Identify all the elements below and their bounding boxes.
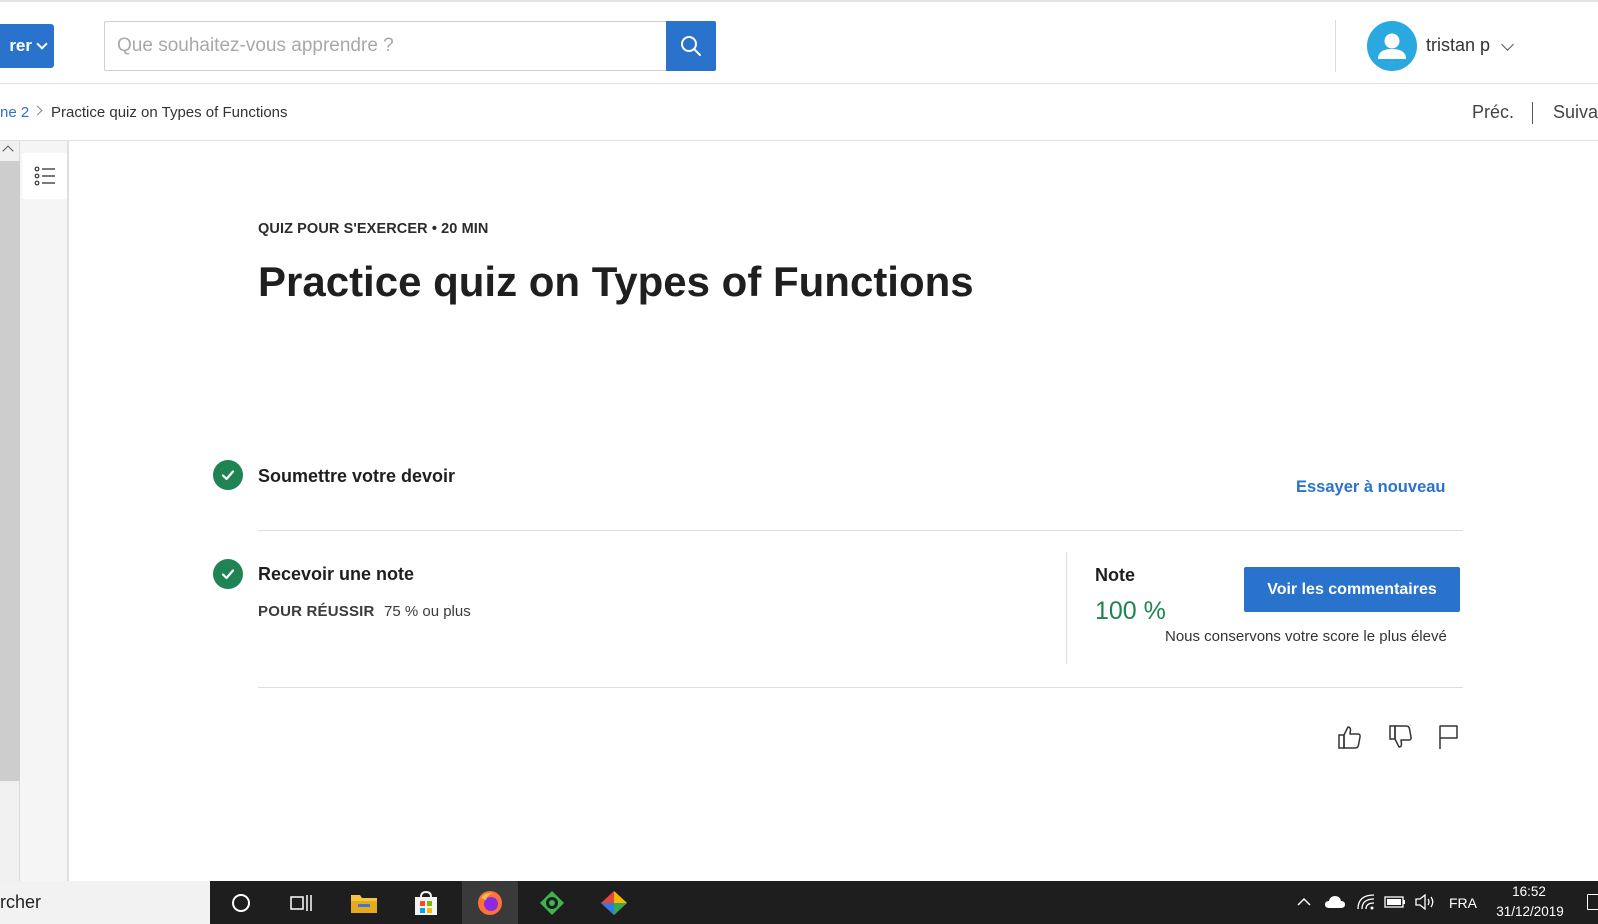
chevron-up-icon[interactable] — [1296, 892, 1312, 912]
header-divider — [1335, 20, 1336, 72]
username[interactable]: tristan p — [1426, 35, 1490, 56]
course-outline-button[interactable] — [22, 153, 67, 199]
chevron-down-icon[interactable] — [1501, 38, 1514, 51]
search-icon — [681, 36, 701, 56]
scrollbar-thumb[interactable] — [0, 161, 20, 781]
user-avatar-icon[interactable] — [1367, 21, 1417, 71]
explore-button[interactable]: rer — [0, 24, 54, 68]
onedrive-icon[interactable] — [1324, 892, 1346, 912]
input-language-indicator[interactable]: FRA — [1449, 895, 1477, 911]
submit-step-title: Soumettre votre devoir — [258, 466, 456, 486]
grade-value: 100 % — [1095, 597, 1166, 625]
taskbar-search-box[interactable]: rcher — [0, 881, 210, 924]
retry-link[interactable]: Essayer à nouveau — [1296, 478, 1446, 497]
wifi-icon[interactable] — [1356, 892, 1376, 912]
divider — [258, 687, 1463, 688]
thumbs-down-icon[interactable] — [1386, 722, 1416, 752]
flag-icon[interactable] — [1433, 722, 1463, 752]
task-view-icon[interactable] — [273, 881, 329, 924]
clock-time[interactable]: 16:52 — [1512, 884, 1546, 899]
grade-label: Note — [1095, 565, 1135, 585]
pass-value: 75 % ou plus — [384, 603, 471, 620]
divider — [258, 530, 1463, 531]
taskbar: rcher FRA 16:52 31/12/2019 — [0, 881, 1598, 924]
clock-date[interactable]: 31/12/2019 — [1491, 904, 1569, 919]
highest-score-note: Nous conservons votre score le plus élev… — [1165, 628, 1447, 645]
top-header: rer tristan p — [0, 0, 1598, 84]
search-input[interactable] — [104, 21, 666, 71]
grade-divider — [1066, 552, 1067, 664]
microsoft-store-icon[interactable] — [398, 881, 454, 924]
quiz-meta: QUIZ POUR S'EXERCER • 20 MIN — [258, 221, 489, 237]
search-button[interactable] — [666, 21, 716, 71]
chevron-right-icon — [32, 105, 43, 116]
page: rer tristan p ne 2 Practice quiz on Type… — [0, 0, 1598, 924]
course-outline-panel — [20, 141, 69, 881]
scroll-up-arrow-icon[interactable] — [2, 145, 14, 157]
app-icon-green[interactable] — [524, 881, 580, 924]
list-icon — [34, 166, 55, 186]
firefox-icon[interactable] — [462, 881, 518, 924]
explore-label: rer — [9, 36, 32, 55]
thumbs-up-icon[interactable] — [1335, 722, 1365, 752]
cortana-icon[interactable] — [213, 881, 269, 924]
breadcrumb-link[interactable]: ne 2 — [0, 104, 29, 121]
volume-icon[interactable] — [1413, 892, 1437, 912]
battery-icon[interactable] — [1383, 892, 1407, 912]
chevron-down-icon — [36, 38, 48, 50]
check-circle-icon — [213, 460, 243, 490]
app-icon-multicolor[interactable] — [586, 881, 642, 924]
view-feedback-button[interactable]: Voir les commentaires — [1244, 567, 1460, 612]
next-item-link[interactable]: Suivar — [1553, 102, 1598, 123]
breadcrumb-current: Practice quiz on Types of Functions — [51, 104, 288, 121]
pass-label: POUR RÉUSSIR — [258, 603, 375, 620]
page-title: Practice quiz on Types of Functions — [258, 258, 974, 305]
notification-icon[interactable] — [1587, 894, 1598, 910]
check-circle-icon — [213, 559, 243, 589]
grade-step-title: Recevoir une note — [258, 564, 415, 584]
previous-item-link[interactable]: Préc. — [1472, 102, 1514, 123]
scrollbar[interactable] — [0, 141, 20, 881]
breadcrumb: ne 2 Practice quiz on Types of Functions… — [0, 84, 1598, 141]
taskbar-search-text: rcher — [0, 892, 42, 912]
nav-divider — [1532, 102, 1533, 124]
file-explorer-icon[interactable] — [336, 881, 392, 924]
